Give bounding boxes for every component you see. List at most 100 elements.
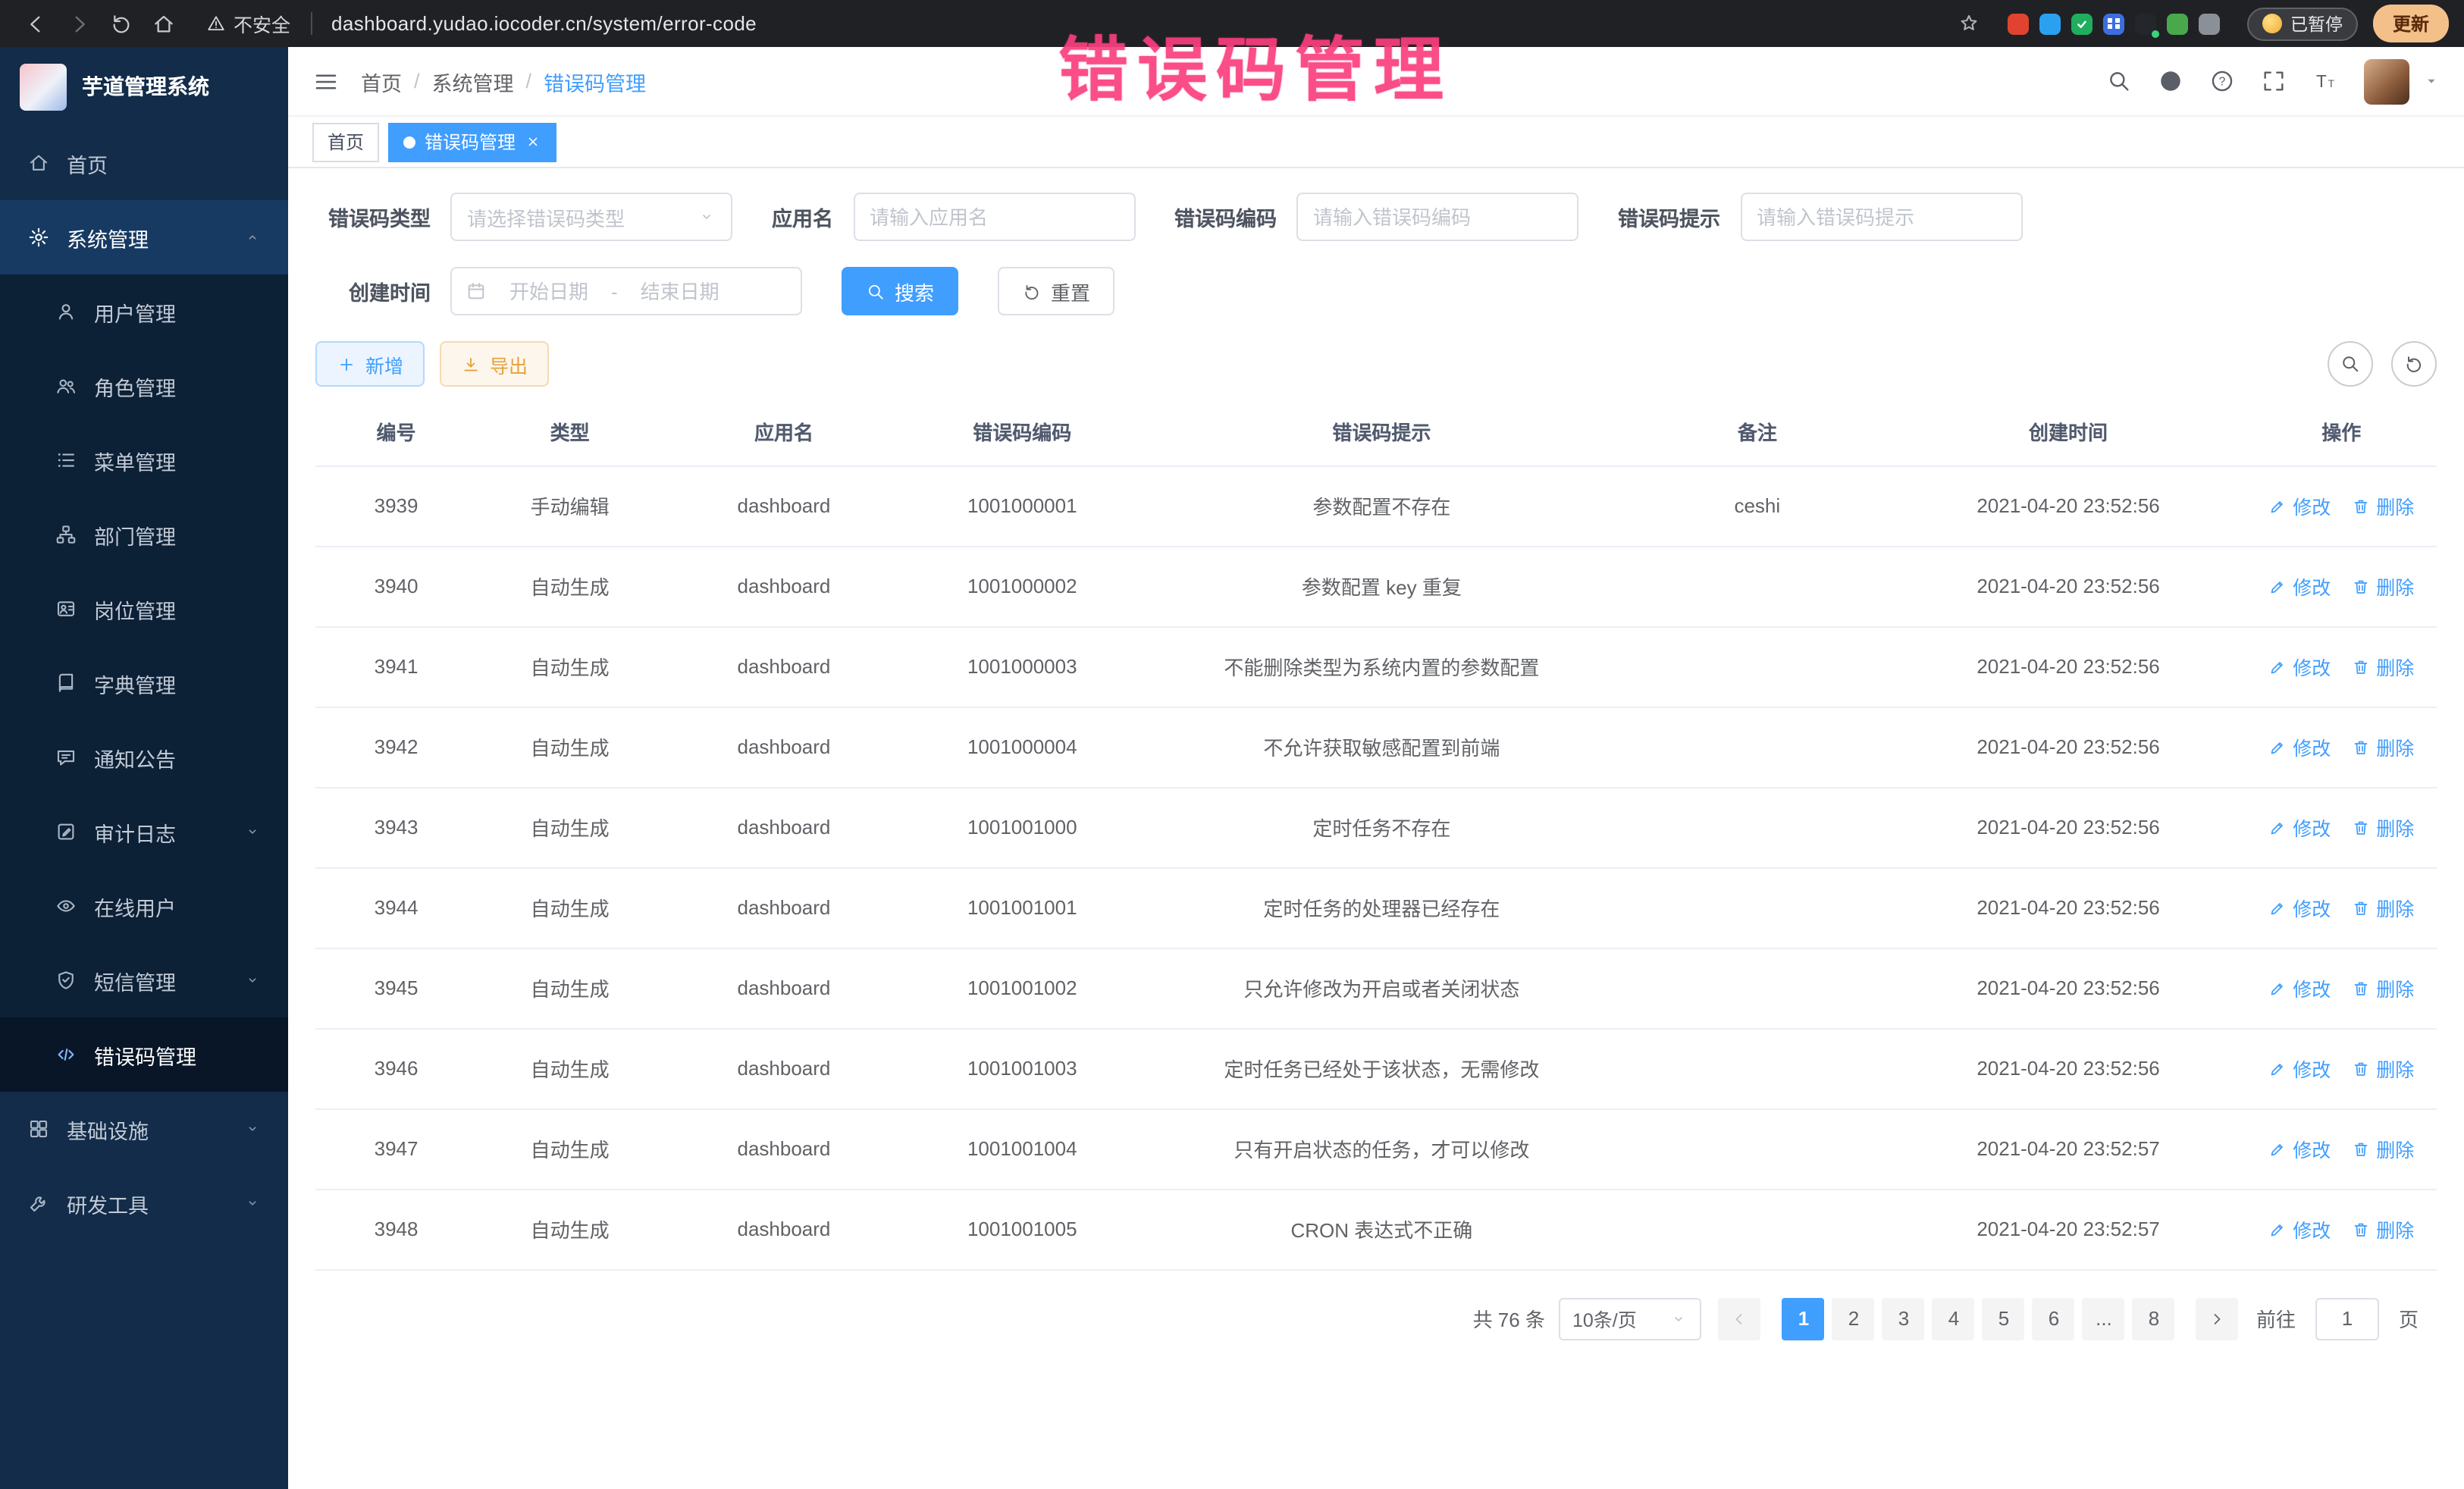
sidebar-logo[interactable]: 芋道管理系统 [0, 47, 288, 126]
sidebar-item-label: 用户管理 [94, 296, 176, 327]
edit-link[interactable]: 修改 [2268, 973, 2331, 1002]
delete-link[interactable]: 删除 [2352, 813, 2414, 842]
tab-error-code-management[interactable]: 错误码管理 [388, 122, 556, 161]
edit-link[interactable]: 修改 [2268, 1134, 2331, 1163]
grid-extension-icon[interactable] [2104, 13, 2125, 34]
sidebar-item-error-code-management[interactable]: 错误码管理 [0, 1017, 288, 1092]
check-extension-icon[interactable] [2072, 13, 2093, 34]
delete-link[interactable]: 删除 [2352, 893, 2414, 922]
chevron-down-icon [244, 1121, 261, 1137]
toggle-search-button[interactable] [2328, 341, 2373, 387]
goto-page-input[interactable] [2315, 1297, 2379, 1340]
edit-link[interactable]: 修改 [2268, 491, 2331, 520]
edit-icon [2268, 657, 2287, 676]
pagination-prev[interactable] [1719, 1297, 1761, 1340]
pagination-page-2[interactable]: 2 [1832, 1297, 1875, 1340]
bookmark-star-icon[interactable] [1958, 12, 1981, 35]
date-range-picker[interactable]: - [450, 267, 802, 315]
filter-select-error-code-type[interactable]: 请选择错误码类型 [450, 193, 732, 241]
pagination-next[interactable] [2196, 1297, 2239, 1340]
reload-icon[interactable] [109, 11, 133, 36]
home-icon[interactable] [152, 11, 176, 36]
app-title: 芋道管理系统 [82, 71, 209, 102]
edit-link[interactable]: 修改 [2268, 813, 2331, 842]
filter-input-error-code[interactable] [1296, 193, 1578, 241]
pagination-page-1[interactable]: 1 [1782, 1297, 1825, 1340]
filter-input-error-hint[interactable] [1740, 193, 2022, 241]
pagination-page-4[interactable]: 4 [1933, 1297, 1975, 1340]
font-size-icon[interactable]: TT [2312, 68, 2338, 94]
delete-link[interactable]: 删除 [2352, 1054, 2414, 1083]
forward-icon[interactable] [67, 11, 91, 36]
pagination-page-8[interactable]: 8 [2133, 1297, 2175, 1340]
date-end-input[interactable] [624, 280, 736, 303]
record-extension-icon[interactable] [2008, 13, 2030, 34]
delete-link[interactable]: 删除 [2352, 732, 2414, 761]
sidebar-item-notice-announcement[interactable]: 通知公告 [0, 720, 288, 795]
github-icon[interactable] [2158, 68, 2183, 94]
edit-link[interactable]: 修改 [2268, 652, 2331, 681]
pin-extension-icon[interactable] [2199, 13, 2221, 34]
edit-link[interactable]: 修改 [2268, 1054, 2331, 1083]
pagination-page-6[interactable]: 6 [2033, 1297, 2075, 1340]
delete-link[interactable]: 删除 [2352, 1134, 2414, 1163]
sidebar-item-dev-tools[interactable]: 研发工具 [0, 1166, 288, 1240]
question-icon[interactable]: ? [2209, 68, 2235, 94]
edit-link[interactable]: 修改 [2268, 732, 2331, 761]
search-icon[interactable] [2106, 68, 2132, 94]
user-avatar[interactable] [2364, 58, 2409, 104]
paused-badge[interactable]: 已暂停 [2248, 7, 2358, 40]
update-browser-button[interactable]: 更新 [2373, 5, 2449, 42]
sidebar-item-online-users[interactable]: 在线用户 [0, 869, 288, 943]
pagination-ellipsis[interactable]: ... [2083, 1297, 2125, 1340]
column-header: 操作 [2246, 399, 2437, 466]
delete-link[interactable]: 删除 [2352, 1215, 2414, 1243]
sidebar-item-audit-log[interactable]: 审计日志 [0, 795, 288, 869]
sidebar-item-post-management[interactable]: 岗位管理 [0, 572, 288, 646]
refresh-table-button[interactable] [2391, 341, 2437, 387]
pagination-page-5[interactable]: 5 [1983, 1297, 2025, 1340]
sms-icon [55, 969, 77, 992]
back-icon[interactable] [24, 11, 49, 36]
date-start-input[interactable] [493, 280, 605, 303]
edit-link[interactable]: 修改 [2268, 572, 2331, 600]
sidebar-item-system-management[interactable]: 系统管理 [0, 200, 288, 274]
breadcrumb-item[interactable]: 系统管理 [432, 66, 514, 96]
security-chip[interactable]: 不安全 [206, 9, 290, 38]
export-button[interactable]: 导出 [440, 341, 549, 387]
vpn-extension-icon[interactable] [2136, 13, 2157, 34]
sidebar-item-menu-management[interactable]: 菜单管理 [0, 423, 288, 497]
filter-input-app-name[interactable] [853, 193, 1135, 241]
delete-link[interactable]: 删除 [2352, 973, 2414, 1002]
close-icon[interactable] [525, 133, 541, 150]
reset-button[interactable]: 重置 [998, 267, 1114, 315]
delete-link[interactable]: 删除 [2352, 652, 2414, 681]
add-button[interactable]: 新增 [315, 341, 425, 387]
sidebar-item-dict-management[interactable]: 字典管理 [0, 646, 288, 720]
sidebar-item-user-management[interactable]: 用户管理 [0, 274, 288, 349]
sidebar-item-role-management[interactable]: 角色管理 [0, 349, 288, 423]
delete-link[interactable]: 删除 [2352, 572, 2414, 600]
tab-home[interactable]: 首页 [312, 122, 379, 161]
page-size-select[interactable]: 10条/页 [1559, 1297, 1701, 1340]
drop-extension-icon[interactable] [2040, 13, 2061, 34]
sidebar-item-sms-management[interactable]: 短信管理 [0, 943, 288, 1017]
breadcrumb-item: 错误码管理 [544, 66, 646, 96]
sidebar-item-infrastructure[interactable]: 基础设施 [0, 1092, 288, 1166]
leaf-extension-icon[interactable] [2168, 13, 2189, 34]
sidebar-item-home[interactable]: 首页 [0, 126, 288, 200]
edit-link[interactable]: 修改 [2268, 1215, 2331, 1243]
delete-link[interactable]: 删除 [2352, 491, 2414, 520]
address-bar[interactable]: dashboard.yudao.iocoder.cn/system/error-… [331, 12, 757, 35]
search-button[interactable]: 搜索 [842, 267, 958, 315]
hamburger-icon[interactable] [312, 67, 340, 95]
pagination-pages: 123456...8 [1779, 1297, 2179, 1340]
breadcrumb-item[interactable]: 首页 [361, 66, 402, 96]
caret-down-icon[interactable] [2423, 73, 2440, 89]
cell-code: 1001001003 [905, 1028, 1140, 1108]
fullscreen-icon[interactable] [2261, 68, 2287, 94]
sidebar-item-dept-management[interactable]: 部门管理 [0, 497, 288, 572]
sidebar-item-label: 在线用户 [94, 891, 176, 921]
pagination-page-3[interactable]: 3 [1882, 1297, 1925, 1340]
edit-link[interactable]: 修改 [2268, 893, 2331, 922]
